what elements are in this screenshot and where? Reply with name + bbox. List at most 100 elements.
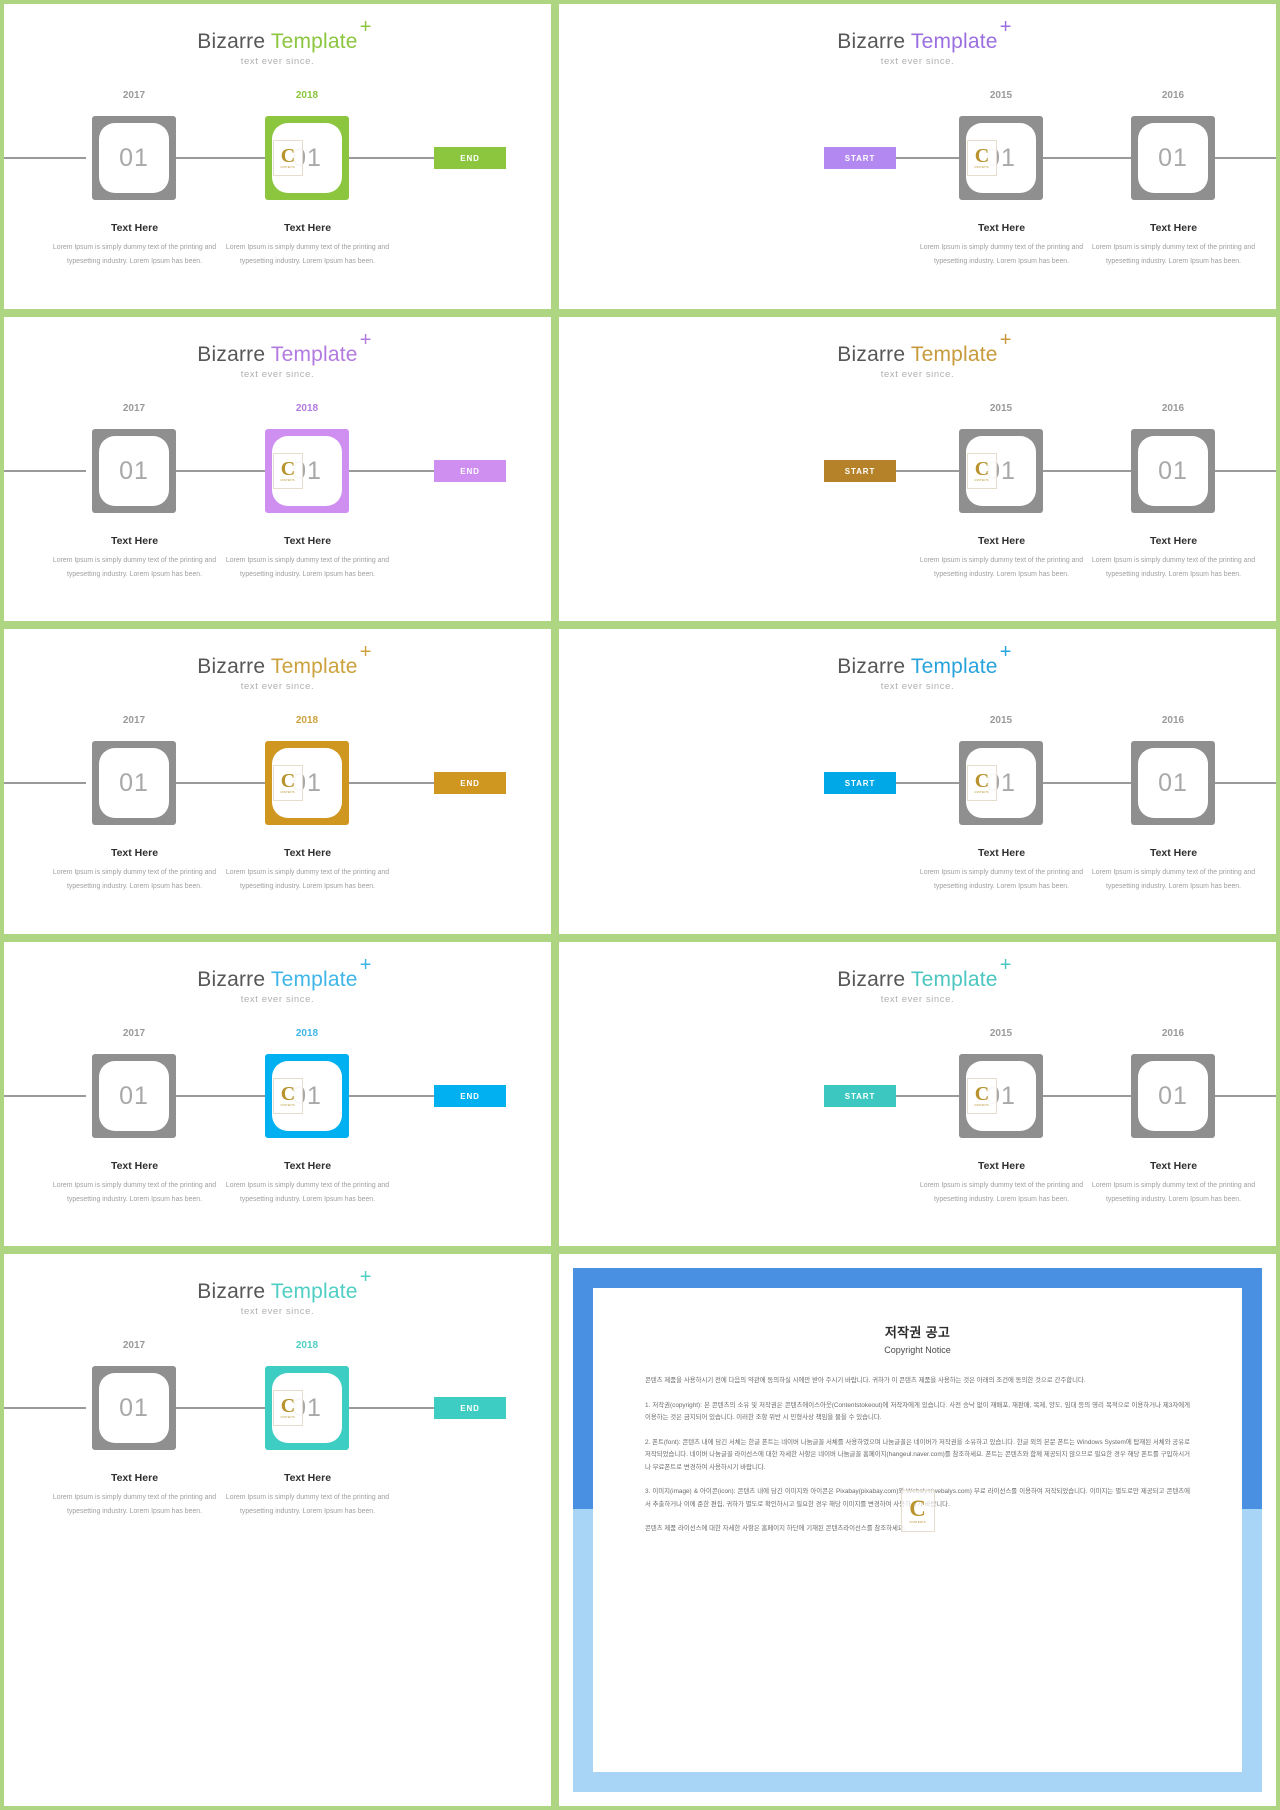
panel-violet-end: Bizarre Template + text ever since. END 2017… [0, 313, 555, 625]
timeline-node-active[interactable]: C CONTENTS 01 [265, 1366, 349, 1450]
caption-title: Text Here [977, 1160, 1026, 1172]
timeline-rail [4, 782, 86, 784]
panel-heading: Bizarre Template + text ever since. [559, 642, 1276, 692]
start-button[interactable]: START [824, 460, 896, 482]
panel-skyblue-end: Bizarre Template + text ever since. END 2017… [0, 938, 555, 1250]
timeline-node[interactable]: 01 [92, 1054, 176, 1138]
caption-body: Lorem Ipsum is simply dummy text of the … [225, 557, 390, 578]
timeline-node-active[interactable]: C CONTENTS 01 [265, 741, 349, 825]
caption-body: Lorem Ipsum is simply dummy text of the … [52, 1494, 217, 1515]
end-button[interactable]: END [434, 1085, 506, 1107]
end-button[interactable]: END [434, 772, 506, 794]
node-number: 01 [1158, 143, 1188, 172]
caption-body: Lorem Ipsum is simply dummy text of the … [225, 1494, 390, 1515]
title-bizarre: Bizarre [197, 655, 271, 678]
plus-icon: + [359, 641, 372, 663]
plus-icon: + [359, 954, 372, 976]
timeline-node[interactable]: 01 [1131, 1054, 1215, 1138]
end-button[interactable]: END [434, 460, 506, 482]
caption-title: Text Here [283, 535, 332, 547]
panel-heading: Bizarre Template + text ever since. [559, 330, 1276, 380]
panel-gold-end: Bizarre Template + text ever since. END 2017… [0, 625, 555, 938]
timeline-node[interactable]: 01 [1131, 116, 1215, 200]
watermark-text: CONTENTS [280, 1415, 296, 1419]
title-template: Template [270, 1280, 358, 1303]
timeline-rail [896, 470, 959, 472]
timeline-rail [4, 1407, 86, 1409]
watermark-letter: C [974, 769, 990, 792]
timeline-rail [4, 470, 86, 472]
page-title: Bizarre Template + [197, 17, 371, 54]
plus-icon: + [999, 954, 1012, 976]
timeline-node[interactable]: 01 [92, 116, 176, 200]
caption-body: Lorem Ipsum is simply dummy text of the … [52, 557, 217, 578]
timeline-year: 2016 [1161, 715, 1185, 726]
timeline-node[interactable]: 01 [1131, 741, 1215, 825]
panel-heading: Bizarre Template + text ever since. [4, 642, 551, 692]
page-title: Bizarre Template + [197, 642, 371, 679]
node-caption: Text Here Lorem Ipsum is simply dummy tex… [1081, 847, 1266, 894]
timeline-year: 2016 [1161, 403, 1185, 414]
start-button[interactable]: START [824, 1085, 896, 1107]
contents-watermark-icon: C CONTENTS [967, 1078, 997, 1114]
contents-watermark-icon: C CONTENTS [967, 765, 997, 801]
contents-watermark-icon: C CONTENTS [273, 140, 303, 176]
watermark-letter: C [909, 1495, 926, 1521]
page-subtitle: text ever since. [880, 681, 955, 692]
watermark-text: CONTENTS [280, 1103, 296, 1107]
page-title: Bizarre Template + [197, 330, 371, 367]
watermark-text: CONTENTS [974, 478, 990, 482]
start-button[interactable]: START [824, 147, 896, 169]
node-caption: Text Here Lorem Ipsum is simply dummy tex… [909, 535, 1094, 582]
title-template: Template [270, 343, 358, 366]
timeline-rail [896, 157, 959, 159]
node-caption: Text Here Lorem Ipsum is simply dummy tex… [42, 222, 227, 269]
plus-icon: + [999, 329, 1012, 351]
copyright-paragraph: 1. 저작권(copyright): 본 콘텐츠의 소유 및 저작권은 콘텐츠에… [645, 1401, 1190, 1422]
timeline-node-active[interactable]: C CONTENTS 01 [265, 1054, 349, 1138]
timeline-node[interactable]: C CONTENTS 01 [959, 741, 1043, 825]
timeline-node[interactable]: 01 [92, 741, 176, 825]
contents-watermark-icon: C CONTENTS [273, 453, 303, 489]
caption-title: Text Here [977, 535, 1026, 547]
timeline-rail [349, 157, 434, 159]
node-number: 01 [119, 456, 149, 485]
node-caption: Text Here Lorem Ipsum is simply dummy tex… [215, 1160, 400, 1207]
timeline-rail [176, 782, 265, 784]
caption-body: Lorem Ipsum is simply dummy text of the … [919, 869, 1084, 890]
timeline-node[interactable]: 01 [92, 1366, 176, 1450]
watermark-text: CONTENTS [280, 790, 296, 794]
timeline-node[interactable]: 01 [92, 429, 176, 513]
node-caption: Text Here Lorem Ipsum is simply dummy tex… [1081, 1160, 1266, 1207]
caption-body: Lorem Ipsum is simply dummy text of the … [919, 1182, 1084, 1203]
timeline-rail [176, 470, 265, 472]
title-bizarre: Bizarre [837, 655, 911, 678]
page-title: Bizarre Template + [837, 17, 1011, 54]
plus-icon: + [359, 16, 372, 38]
caption-body: Lorem Ipsum is simply dummy text of the … [52, 1182, 217, 1203]
timeline-year: 2015 [989, 715, 1013, 726]
timeline-node[interactable]: C CONTENTS 01 [959, 1054, 1043, 1138]
node-number: 01 [119, 1393, 149, 1422]
caption-title: Text Here [283, 847, 332, 859]
plus-icon: + [359, 1266, 372, 1288]
timeline-node[interactable]: 01 [1131, 429, 1215, 513]
timeline-node[interactable]: C CONTENTS 01 [959, 429, 1043, 513]
timeline-year: 2017 [122, 90, 146, 101]
plus-icon: + [999, 16, 1012, 38]
watermark-letter: C [974, 457, 990, 480]
node-number: 01 [1158, 1081, 1188, 1110]
timeline-node-active[interactable]: C CONTENTS 01 [265, 429, 349, 513]
panel-heading: Bizarre Template + text ever since. [4, 330, 551, 380]
node-caption: Text Here Lorem Ipsum is simply dummy tex… [909, 222, 1094, 269]
end-button[interactable]: END [434, 147, 506, 169]
start-button[interactable]: START [824, 772, 896, 794]
caption-title: Text Here [110, 535, 159, 547]
caption-body: Lorem Ipsum is simply dummy text of the … [919, 557, 1084, 578]
timeline-node-active[interactable]: C CONTENTS 01 [265, 116, 349, 200]
timeline-rail [1043, 1095, 1131, 1097]
timeline-rail [4, 1095, 86, 1097]
end-button[interactable]: END [434, 1397, 506, 1419]
timeline-node[interactable]: C CONTENTS 01 [959, 116, 1043, 200]
contents-watermark-icon: C CONTENTS [273, 1390, 303, 1426]
